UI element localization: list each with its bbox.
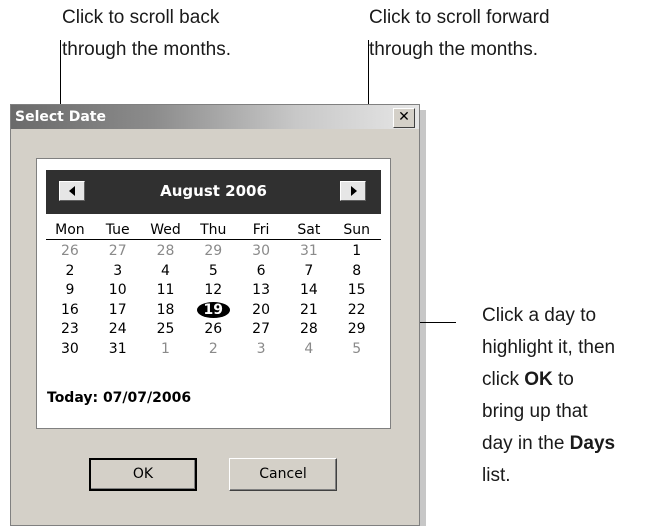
day-cell[interactable]: 3	[237, 340, 285, 360]
callout-text: list.	[482, 465, 511, 486]
day-cell[interactable]: 26	[46, 242, 94, 262]
selected-day-label: 19	[196, 301, 231, 318]
day-cell[interactable]: 12	[189, 281, 237, 301]
next-month-button[interactable]	[340, 181, 366, 201]
day-cell[interactable]: 3	[94, 262, 142, 282]
week-row: 16 17 18 19 20 21 22	[46, 301, 381, 321]
weekday-label: Fri	[252, 222, 270, 238]
selected-day-cell[interactable]: 19	[189, 301, 237, 321]
month-label: August 2006	[160, 182, 267, 200]
day-cell[interactable]: 5	[333, 340, 381, 360]
day-cell[interactable]: 18	[142, 301, 190, 321]
day-cell[interactable]: 13	[237, 281, 285, 301]
day-cell[interactable]: 4	[142, 262, 190, 282]
callout-text: Click to scroll back	[62, 7, 220, 28]
day-cell[interactable]: 2	[189, 340, 237, 360]
day-cell[interactable]: 1	[333, 242, 381, 262]
week-row: 9 10 11 12 13 14 15	[46, 281, 381, 301]
arrow-right-icon	[351, 186, 357, 196]
callout-text: through the months.	[369, 39, 538, 60]
day-cell[interactable]: 21	[285, 301, 333, 321]
day-cell[interactable]: 25	[142, 320, 190, 340]
day-cell[interactable]: 31	[94, 340, 142, 360]
day-cell[interactable]: 28	[142, 242, 190, 262]
callout-text: Click a day to	[482, 305, 597, 326]
callout-text: bring up that	[482, 401, 588, 422]
weekday-header-row: Mon Tue Wed Thu Fri Sat Sun	[46, 221, 381, 240]
callout-text: highlight it, then	[482, 337, 616, 358]
callout-text: click OK to	[482, 369, 574, 390]
day-cell[interactable]: 17	[94, 301, 142, 321]
day-cell[interactable]: 27	[237, 320, 285, 340]
weekday-label: Wed	[150, 222, 181, 238]
callout-scroll-back: Click to scroll back through the months.	[62, 2, 231, 66]
day-cell[interactable]: 28	[285, 320, 333, 340]
day-cell[interactable]: 20	[237, 301, 285, 321]
select-date-dialog: Select Date ✕ August 2006 Mon Tue Wed Th…	[10, 104, 420, 526]
weekday-label: Sun	[343, 222, 370, 238]
day-cell[interactable]: 7	[285, 262, 333, 282]
weekday-label: Thu	[200, 222, 227, 238]
calendar-header: August 2006	[46, 170, 381, 214]
day-cell[interactable]: 4	[285, 340, 333, 360]
callout-text: day in the Days	[482, 433, 616, 454]
weekday-label: Mon	[55, 222, 85, 238]
calendar: August 2006 Mon Tue Wed Thu Fri Sat Sun …	[36, 158, 391, 429]
day-cell[interactable]: 31	[285, 242, 333, 262]
close-button[interactable]: ✕	[393, 108, 415, 128]
day-cell[interactable]: 26	[189, 320, 237, 340]
day-cell[interactable]: 14	[285, 281, 333, 301]
day-cell[interactable]: 9	[46, 281, 94, 301]
day-cell[interactable]: 22	[333, 301, 381, 321]
callout-text: through the months.	[62, 39, 231, 60]
week-row: 30 31 1 2 3 4 5	[46, 340, 381, 360]
callout-select-day: Click a day to highlight it, then click …	[482, 300, 615, 492]
week-row: 26 27 28 29 30 31 1	[46, 242, 381, 262]
day-cell[interactable]: 30	[237, 242, 285, 262]
week-row: 23 24 25 26 27 28 29	[46, 320, 381, 340]
calendar-grid: Mon Tue Wed Thu Fri Sat Sun 26 27 28 29 …	[46, 221, 381, 359]
day-cell[interactable]: 23	[46, 320, 94, 340]
day-cell[interactable]: 2	[46, 262, 94, 282]
callout-text: Click to scroll forward	[369, 7, 550, 28]
day-cell[interactable]: 27	[94, 242, 142, 262]
day-cell[interactable]: 1	[142, 340, 190, 360]
weekday-label: Tue	[105, 222, 130, 238]
weekday-label: Sat	[297, 222, 321, 238]
day-cell[interactable]: 6	[237, 262, 285, 282]
day-cell[interactable]: 29	[333, 320, 381, 340]
day-cell[interactable]: 8	[333, 262, 381, 282]
day-cell[interactable]: 16	[46, 301, 94, 321]
today-link[interactable]: Today: 07/07/2006	[47, 390, 191, 406]
day-cell[interactable]: 29	[189, 242, 237, 262]
day-cell[interactable]: 10	[94, 281, 142, 301]
dialog-title: Select Date	[15, 109, 106, 125]
day-cell[interactable]: 15	[333, 281, 381, 301]
cancel-button[interactable]: Cancel	[229, 458, 337, 491]
week-row: 2 3 4 5 6 7 8	[46, 262, 381, 282]
day-cell[interactable]: 5	[189, 262, 237, 282]
day-cell[interactable]: 11	[142, 281, 190, 301]
day-cell[interactable]: 24	[94, 320, 142, 340]
title-bar: Select Date ✕	[11, 105, 419, 129]
callout-scroll-forward: Click to scroll forward through the mont…	[369, 2, 550, 66]
day-cell[interactable]: 30	[46, 340, 94, 360]
ok-button[interactable]: OK	[89, 458, 197, 491]
